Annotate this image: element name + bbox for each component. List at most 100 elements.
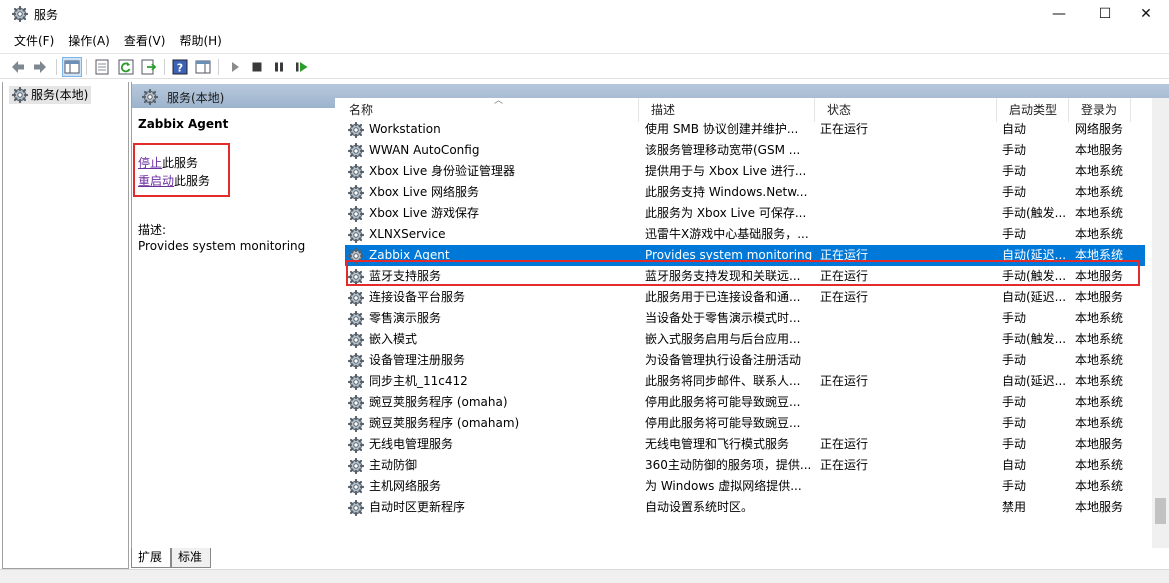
service-row[interactable]: 豌豆荚服务程序 (omaha) 停用此服务将可能导致豌豆... 手动 本地系统 (345, 392, 1145, 413)
cell-startup: 自动(延迟... (1002, 374, 1067, 388)
cell-logon: 本地系统 (1075, 185, 1124, 199)
pause-service-button[interactable] (269, 57, 289, 77)
cell-name: Xbox Live 游戏保存 (369, 206, 480, 220)
cell-desc: 当设备处于零售演示模式时... (645, 311, 801, 325)
show-hide-console-tree-button[interactable] (62, 57, 82, 77)
menu-help[interactable]: 帮助(H) (172, 30, 228, 52)
service-gear-icon (348, 206, 364, 222)
toolbar: ? (0, 53, 1169, 79)
cell-desc: 为 Windows 虚拟网络提供... (645, 479, 802, 493)
show-hide-action-pane-button[interactable] (193, 57, 213, 77)
service-gear-icon (348, 332, 364, 348)
minimize-button[interactable]: — (1036, 0, 1082, 28)
stop-service-button[interactable] (247, 57, 267, 77)
cell-startup: 自动(延迟... (1002, 290, 1067, 304)
service-gear-icon (348, 458, 364, 474)
menu-view[interactable]: 查看(V) (117, 30, 173, 52)
restart-service-button[interactable] (292, 57, 312, 77)
service-row[interactable]: 自动时区更新程序 自动设置系统时区。 禁用 本地服务 (345, 497, 1145, 518)
service-row[interactable]: 豌豆荚服务程序 (omaham) 停用此服务将可能导致豌豆... 手动 本地系统 (345, 413, 1145, 434)
services-pane: 服务(本地) Zabbix Agent 停止此服务 重启动此服务 描述: Pro… (131, 82, 1169, 548)
service-row[interactable]: 无线电管理服务 无线电管理和飞行模式服务 正在运行 手动 本地服务 (345, 434, 1145, 455)
service-row[interactable]: WWAN AutoConfig 该服务管理移动宽带(GSM ... 手动 本地服务 (345, 140, 1145, 161)
cell-logon: 本地系统 (1075, 206, 1124, 220)
export-list-button[interactable] (139, 57, 159, 77)
cell-desc: 提供用于与 Xbox Live 进行... (645, 164, 807, 178)
cell-startup: 自动 (1002, 458, 1027, 472)
svg-text:?: ? (177, 62, 183, 75)
cell-name: 自动时区更新程序 (369, 500, 466, 514)
forward-button[interactable] (30, 57, 50, 77)
column-startup-label: 启动类型 (1009, 103, 1058, 117)
maximize-button[interactable]: ☐ (1082, 0, 1128, 28)
service-gear-icon (348, 290, 364, 306)
cell-startup: 手动(触发... (1002, 332, 1067, 346)
cell-startup: 手动 (1002, 185, 1027, 199)
play-icon (232, 62, 239, 72)
cell-status: 正在运行 (820, 458, 869, 472)
services-app-icon (12, 6, 28, 22)
menu-bar: 文件(F) 操作(A) 查看(V) 帮助(H) (0, 30, 229, 52)
back-button[interactable] (8, 57, 28, 77)
service-row[interactable]: 主机网络服务 为 Windows 虚拟网络提供... 手动 本地系统 (345, 476, 1145, 497)
cell-desc: 停用此服务将可能导致豌豆... (645, 395, 801, 409)
cell-logon: 本地系统 (1075, 458, 1124, 472)
cell-logon: 本地系统 (1075, 374, 1124, 388)
column-name-label: 名称 (349, 103, 374, 117)
start-service-button[interactable] (225, 57, 245, 77)
service-row[interactable]: 同步主机_11c412 此服务将同步邮件、联系人... 正在运行 自动(延迟... 本地… (345, 371, 1145, 392)
cell-status: 正在运行 (820, 122, 869, 136)
column-logon-label: 登录为 (1081, 103, 1118, 117)
service-row[interactable]: Xbox Live 游戏保存 此服务为 Xbox Live 可保存... 手动(触发… (345, 203, 1145, 224)
service-row[interactable]: 设备管理注册服务 为设备管理执行设备注册活动 手动 本地系统 (345, 350, 1145, 371)
highlight-box-actions (133, 143, 230, 197)
close-button[interactable]: ✕ (1123, 0, 1169, 28)
service-gear-icon (348, 164, 364, 180)
cell-logon: 本地系统 (1075, 353, 1124, 367)
action-pane-icon (195, 60, 211, 74)
cell-desc: 迅雷牛X游戏中心基础服务，... (645, 227, 809, 241)
cell-name: 嵌入模式 (369, 332, 418, 346)
menu-action[interactable]: 操作(A) (61, 30, 117, 52)
cell-startup: 手动 (1002, 416, 1027, 430)
tree-item-services-local[interactable]: 服务(本地) (9, 86, 92, 104)
scrollbar-thumb[interactable] (1155, 498, 1166, 524)
cell-desc: 为设备管理执行设备注册活动 (645, 353, 802, 367)
properties-button[interactable] (92, 57, 112, 77)
refresh-button[interactable] (116, 57, 136, 77)
column-desc-label: 描述 (651, 103, 676, 117)
menu-file[interactable]: 文件(F) (0, 30, 61, 52)
highlight-box-selected-row (346, 260, 1140, 286)
console-tree: 服务(本地) (2, 82, 129, 569)
cell-startup: 手动 (1002, 437, 1027, 451)
gear-icon (12, 87, 28, 103)
cell-logon: 本地系统 (1075, 479, 1124, 493)
service-row[interactable]: XLNXService 迅雷牛X游戏中心基础服务，... 手动 本地系统 (345, 224, 1145, 245)
service-row[interactable]: 嵌入模式 嵌入式服务启用与后台应用... 手动(触发... 本地系统 (345, 329, 1145, 350)
cell-logon: 本地服务 (1075, 143, 1124, 157)
refresh-icon (118, 59, 134, 75)
service-row[interactable]: Workstation 使用 SMB 协议创建并维护... 正在运行 自动 网络服务 (345, 119, 1145, 140)
gear-icon (142, 89, 158, 105)
service-row[interactable]: Xbox Live 网络服务 此服务支持 Windows.Netw... 手动 本地系… (345, 182, 1145, 203)
cell-startup: 手动 (1002, 353, 1027, 367)
tab-standard[interactable]: 标准 (171, 548, 211, 568)
tab-extended[interactable]: 扩展 (131, 548, 171, 568)
service-gear-icon (348, 185, 364, 201)
service-gear-icon (348, 437, 364, 453)
vertical-scrollbar[interactable] (1152, 98, 1169, 548)
cell-desc: 嵌入式服务启用与后台应用... (645, 332, 801, 346)
cell-status: 正在运行 (820, 374, 869, 388)
description-label: 描述: (138, 223, 167, 237)
cell-logon: 本地服务 (1075, 290, 1124, 304)
service-gear-icon (348, 311, 364, 327)
help-button[interactable]: ? (170, 57, 190, 77)
service-row[interactable]: 连接设备平台服务 此服务用于已连接设备和通... 正在运行 自动(延迟... 本地服务 (345, 287, 1145, 308)
cell-name: 设备管理注册服务 (369, 353, 466, 367)
service-row[interactable]: 零售演示服务 当设备处于零售演示模式时... 手动 本地系统 (345, 308, 1145, 329)
service-row[interactable]: 主动防御 360主动防御的服务项，提供... 正在运行 自动 本地系统 (345, 455, 1145, 476)
arrow-right-icon (34, 61, 46, 73)
service-row[interactable]: Xbox Live 身份验证管理器 提供用于与 Xbox Live 进行... 手动… (345, 161, 1145, 182)
cell-name: Xbox Live 身份验证管理器 (369, 164, 516, 178)
cell-startup: 手动 (1002, 227, 1027, 241)
